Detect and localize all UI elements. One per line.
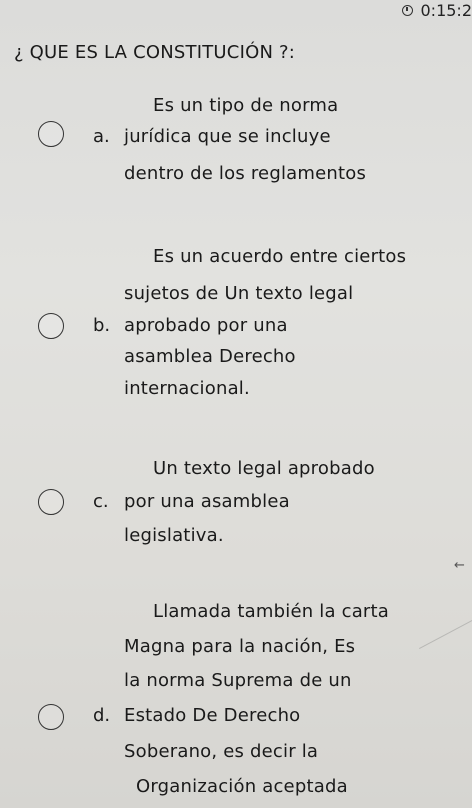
option-b-letter: b. (93, 315, 111, 336)
option-b-line-1: Es un acuerdo entre ciertos (153, 246, 407, 267)
option-b-line-3: aprobado por una (124, 315, 288, 336)
option-b-radio[interactable] (38, 313, 64, 339)
option-a-line-1: Es un tipo de norma (153, 95, 339, 116)
option-c-line-3: legislativa. (124, 525, 224, 546)
option-b-line-5: internacional. (124, 378, 250, 399)
option-a-radio[interactable] (38, 121, 64, 147)
stopwatch-icon (401, 4, 413, 16)
option-c-line-1: Un texto legal aprobado (153, 458, 375, 479)
timer-text: 0:15:2 (420, 0, 472, 20)
option-a-line-2: jurídica que se incluye (124, 126, 331, 147)
timer: 0:15:2 (401, 0, 472, 20)
option-b-line-2: sujetos de Un texto legal (124, 283, 354, 304)
option-d-radio[interactable] (38, 704, 64, 730)
option-a-line-3: dentro de los reglamentos (124, 163, 367, 184)
option-a-letter: a. (93, 126, 110, 147)
back-arrow-icon: ← (454, 558, 465, 573)
option-d-line-6: Organización aceptada (136, 776, 348, 797)
option-b-line-4: asamblea Derecho (124, 346, 296, 367)
option-d-letter: d. (93, 705, 111, 726)
option-d-line-5: Soberano, es decir la (124, 741, 319, 762)
option-c-radio[interactable] (38, 489, 64, 515)
option-d-line-2: Magna para la nación, Es (124, 636, 356, 657)
option-d-line-1: Llamada también la carta (153, 601, 390, 622)
option-d-line-3: la norma Suprema de un (124, 670, 352, 691)
option-c-line-2: por una asamblea (124, 491, 290, 512)
question-title: ¿ QUE ES LA CONSTITUCIÓN ?: (14, 42, 296, 63)
page-fold (419, 620, 472, 703)
option-d-line-4: Estado De Derecho (124, 705, 301, 726)
option-c-letter: c. (93, 491, 109, 512)
